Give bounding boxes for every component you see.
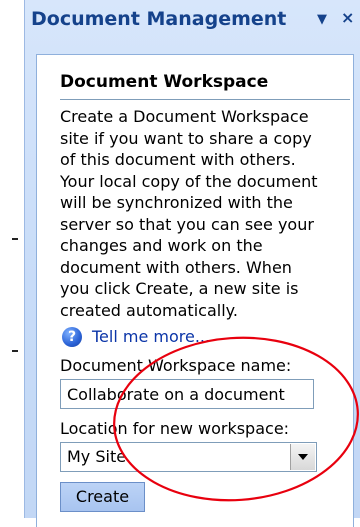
create-button[interactable]: Create xyxy=(60,482,145,512)
tell-me-more-link[interactable]: Tell me more... xyxy=(92,327,210,346)
task-pane-titlebar: Document Management ▼ × xyxy=(25,0,360,40)
workspace-name-input[interactable] xyxy=(60,379,314,409)
location-select-value: My Site xyxy=(67,447,127,466)
location-label: Location for new workspace: xyxy=(60,419,290,438)
chevron-down-icon[interactable]: ▼ xyxy=(317,11,327,29)
workspace-description: Create a Document Workspace site if you … xyxy=(60,107,318,320)
task-pane-title: Document Management xyxy=(31,8,287,30)
workspace-name-label: Document Workspace name: xyxy=(60,356,292,375)
location-select[interactable]: My Site xyxy=(60,442,317,472)
help-icon[interactable]: ? xyxy=(62,327,82,347)
close-icon[interactable]: × xyxy=(341,9,354,27)
chevron-down-icon xyxy=(298,454,308,460)
location-dropdown-button[interactable] xyxy=(290,444,315,470)
ruler-tick xyxy=(12,238,18,240)
heading-divider xyxy=(60,99,350,100)
document-edge-strip xyxy=(0,0,22,518)
section-heading: Document Workspace xyxy=(60,72,269,92)
ruler-tick xyxy=(12,350,18,352)
